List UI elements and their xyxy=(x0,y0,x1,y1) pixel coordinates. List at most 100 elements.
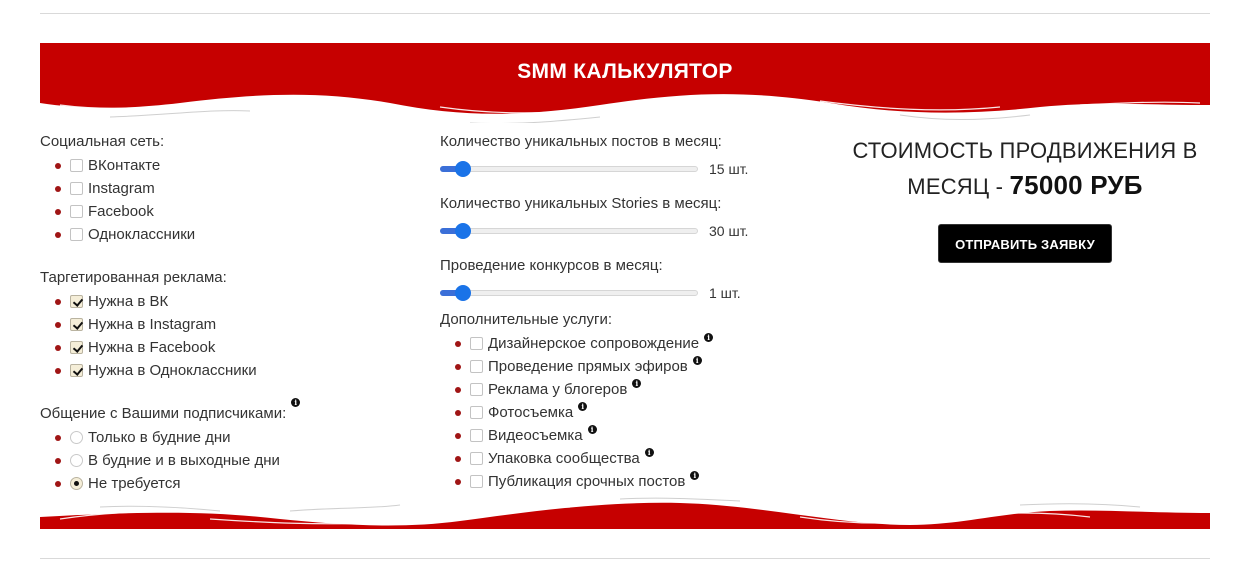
footer-banner xyxy=(40,495,1210,529)
bullet xyxy=(55,321,61,328)
stories-slider-value: 30 шт. xyxy=(709,223,749,239)
ads-option-ok[interactable]: Нужна в Одноклассники xyxy=(55,359,400,382)
bottom-divider xyxy=(40,558,1210,559)
option-label: Только в будние дни xyxy=(88,429,231,446)
info-icon[interactable]: i xyxy=(578,402,588,411)
bullet xyxy=(55,457,61,464)
checkbox-checked[interactable] xyxy=(70,295,83,308)
checkbox[interactable] xyxy=(470,360,483,373)
option-label: Проведение прямых эфиров xyxy=(488,358,688,375)
price-prefix: МЕСЯЦ - xyxy=(907,174,1010,199)
info-icon[interactable]: i xyxy=(291,398,301,407)
slider-track xyxy=(440,290,698,296)
slider-track xyxy=(440,228,698,234)
checkbox[interactable] xyxy=(70,228,83,241)
bullet xyxy=(55,162,61,169)
header-banner: SMM КАЛЬКУЛЯТОР xyxy=(40,43,1210,123)
social-network-group: Социальная сеть: ВКонтакте Instagram Fac… xyxy=(40,132,400,246)
info-icon[interactable]: i xyxy=(692,356,702,365)
social-option-ok[interactable]: Одноклассники xyxy=(55,223,400,246)
info-icon[interactable]: i xyxy=(704,333,714,342)
communication-label: Общение с Вашими подписчиками: i xyxy=(40,398,400,424)
checkbox[interactable] xyxy=(470,452,483,465)
extra-option-design[interactable]: Дизайнерское сопровождение i xyxy=(455,332,800,355)
posts-slider-label: Количество уникальных постов в месяц: xyxy=(440,133,722,150)
checkbox-checked[interactable] xyxy=(70,364,83,377)
checkbox-checked[interactable] xyxy=(70,341,83,354)
posts-slider-block: Количество уникальных постов в месяц: 15… xyxy=(440,132,800,186)
checkbox[interactable] xyxy=(470,475,483,488)
bullet xyxy=(55,185,61,192)
option-label: Упаковка сообщества xyxy=(488,450,640,467)
extra-services-group: Дополнительные услуги: Дизайнерское сопр… xyxy=(440,310,800,493)
stories-slider-label: Количество уникальных Stories в месяц: xyxy=(440,195,722,212)
checkbox[interactable] xyxy=(70,205,83,218)
bullet xyxy=(55,434,61,441)
price-line-1: СТОИМОСТЬ ПРОДВИЖЕНИЯ В xyxy=(852,138,1198,163)
communication-option-all-days[interactable]: В будние и в выходные дни xyxy=(55,449,400,472)
extra-option-live-streams[interactable]: Проведение прямых эфиров i xyxy=(455,355,800,378)
checkbox[interactable] xyxy=(470,429,483,442)
social-network-label: Социальная сеть: xyxy=(40,133,165,150)
extra-option-urgent-posts[interactable]: Публикация срочных постов i xyxy=(455,470,800,493)
checkbox[interactable] xyxy=(470,406,483,419)
option-label: Нужна в Instagram xyxy=(88,316,217,333)
price-line-2: МЕСЯЦ - 75000 РУБ xyxy=(840,168,1210,204)
ads-option-instagram[interactable]: Нужна в Instagram xyxy=(55,313,400,336)
bullet xyxy=(55,208,61,215)
social-option-instagram[interactable]: Instagram xyxy=(55,177,400,200)
communication-option-weekdays[interactable]: Только в будние дни xyxy=(55,426,400,449)
posts-slider[interactable] xyxy=(440,159,698,179)
extra-option-packaging[interactable]: Упаковка сообщества i xyxy=(455,447,800,470)
option-label: Видеосъемка xyxy=(488,427,583,444)
bullet xyxy=(455,340,461,347)
contests-slider-block: Проведение конкурсов в месяц: 1 шт. xyxy=(440,256,800,310)
submit-request-button[interactable]: ОТПРАВИТЬ ЗАЯВКУ xyxy=(938,224,1112,263)
info-icon[interactable]: i xyxy=(587,425,597,434)
bullet xyxy=(55,298,61,305)
communication-list: Только в будние дни В будние и в выходны… xyxy=(40,426,400,495)
option-label: Реклама у блогеров xyxy=(488,381,628,398)
price-amount: 75000 РУБ xyxy=(1009,170,1143,200)
extra-option-photo[interactable]: Фотосъемка i xyxy=(455,401,800,424)
checkbox[interactable] xyxy=(470,337,483,350)
social-option-facebook[interactable]: Facebook xyxy=(55,200,400,223)
stories-slider[interactable] xyxy=(440,221,698,241)
contests-slider-label: Проведение конкурсов в месяц: xyxy=(440,257,663,274)
radio[interactable] xyxy=(70,454,83,467)
ads-option-vk[interactable]: Нужна в ВК xyxy=(55,290,400,313)
slider-thumb[interactable] xyxy=(454,161,471,177)
radio-selected[interactable] xyxy=(70,477,83,490)
extra-option-bloggers[interactable]: Реклама у блогеров i xyxy=(455,378,800,401)
social-option-vk[interactable]: ВКонтакте xyxy=(55,154,400,177)
posts-slider-value: 15 шт. xyxy=(709,161,749,177)
communication-option-none[interactable]: Не требуется xyxy=(55,472,400,495)
slider-thumb[interactable] xyxy=(454,285,471,301)
targeted-ads-list: Нужна в ВК Нужна в Instagram Нужна в Fac… xyxy=(40,290,400,382)
slider-track xyxy=(440,166,698,172)
option-label: Фотосъемка xyxy=(488,404,574,421)
targeted-ads-label: Таргетированная реклама: xyxy=(40,269,227,286)
slider-thumb[interactable] xyxy=(454,223,471,239)
extra-services-list: Дизайнерское сопровождение i Проведение п… xyxy=(440,332,800,493)
info-icon[interactable]: i xyxy=(690,471,700,480)
checkbox[interactable] xyxy=(70,182,83,195)
option-label: Одноклассники xyxy=(88,226,196,243)
extra-option-video[interactable]: Видеосъемка i xyxy=(455,424,800,447)
checkbox[interactable] xyxy=(470,383,483,396)
option-label: Facebook xyxy=(88,203,154,220)
bullet xyxy=(55,480,61,487)
social-network-list: ВКонтакте Instagram Facebook Одноклассни… xyxy=(40,154,400,246)
stories-slider-block: Количество уникальных Stories в месяц: 3… xyxy=(440,194,800,248)
info-icon[interactable]: i xyxy=(632,379,642,388)
contests-slider[interactable] xyxy=(440,283,698,303)
ads-option-facebook[interactable]: Нужна в Facebook xyxy=(55,336,400,359)
targeted-ads-group: Таргетированная реклама: Нужна в ВК Нужн… xyxy=(40,268,400,382)
bullet xyxy=(455,478,461,485)
radio[interactable] xyxy=(70,431,83,444)
checkbox[interactable] xyxy=(70,159,83,172)
footer-wave-shape xyxy=(40,497,1210,529)
checkbox-checked[interactable] xyxy=(70,318,83,331)
info-icon[interactable]: i xyxy=(644,448,654,457)
option-label: Instagram xyxy=(88,180,155,197)
